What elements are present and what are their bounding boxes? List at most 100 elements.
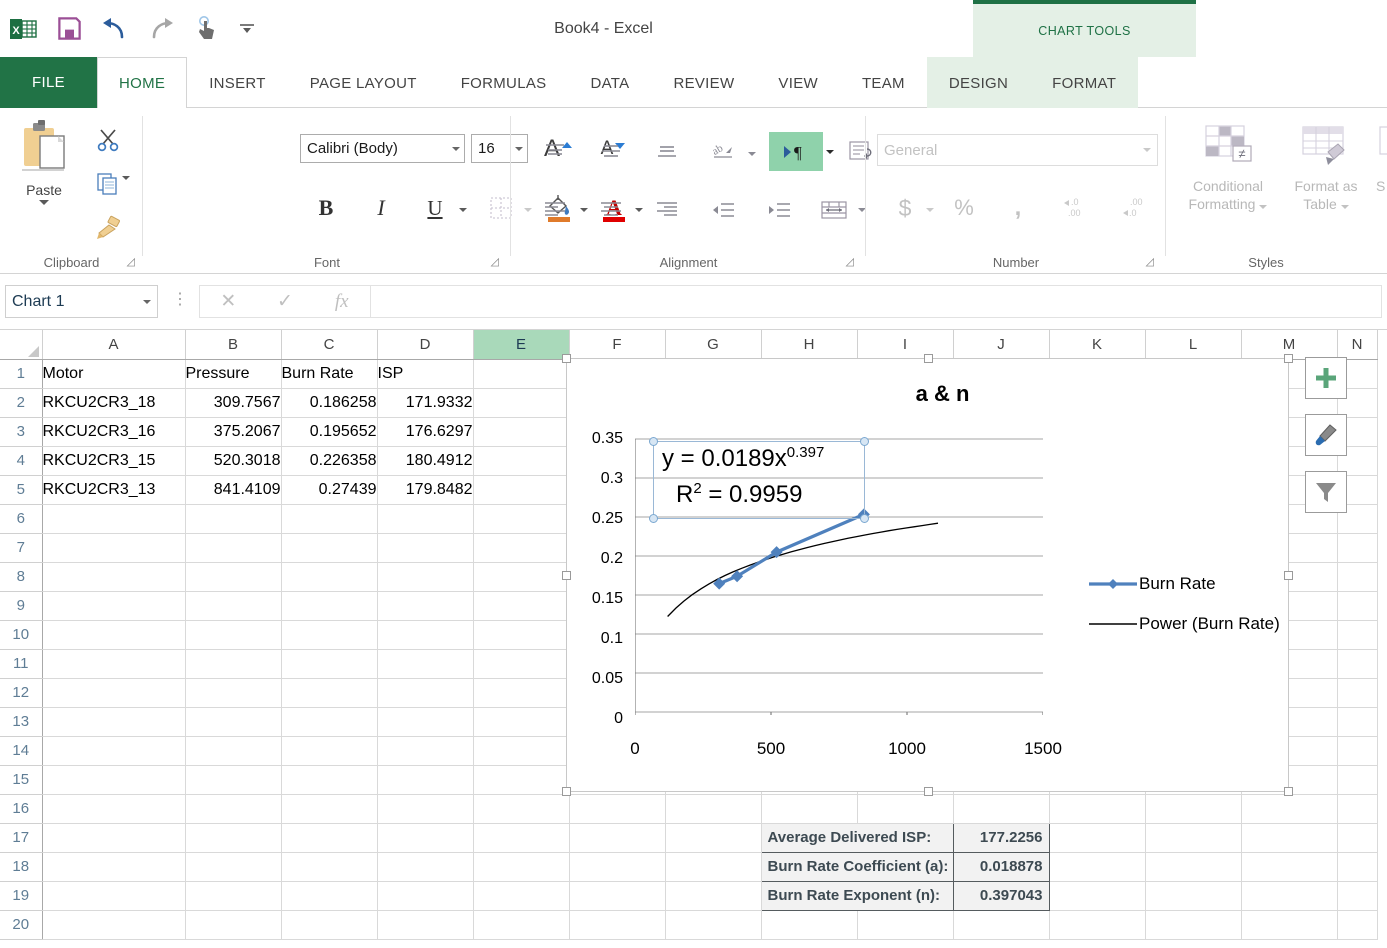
summary-label-avg-isp[interactable]: Average Delivered ISP:	[761, 823, 953, 852]
align-right-button[interactable]	[645, 192, 689, 228]
row-header-7[interactable]: 7	[0, 533, 42, 562]
cell-d20[interactable]	[377, 910, 473, 939]
row-header-4[interactable]: 4	[0, 446, 42, 475]
cell-j16[interactable]	[953, 794, 1049, 823]
cell-g18[interactable]	[665, 852, 761, 881]
cell-l18[interactable]	[1145, 852, 1241, 881]
cell-f16[interactable]	[569, 794, 665, 823]
cell-e14[interactable]	[473, 736, 569, 765]
cell-a7[interactable]	[42, 533, 185, 562]
tab-design[interactable]: DESIGN	[927, 57, 1030, 108]
cell-a19[interactable]	[42, 881, 185, 910]
cell-n9[interactable]	[1337, 591, 1377, 620]
chart-handle-bottom-center[interactable]	[924, 787, 933, 796]
row-header-16[interactable]: 16	[0, 794, 42, 823]
cell-n18[interactable]	[1337, 852, 1377, 881]
name-box-dropdown-arrow[interactable]	[143, 300, 151, 304]
copy-dropdown-arrow[interactable]	[122, 176, 130, 180]
chart-handle-top-right[interactable]	[1284, 354, 1293, 363]
cell-k16[interactable]	[1049, 794, 1145, 823]
row-header-3[interactable]: 3	[0, 417, 42, 446]
cell-e19[interactable]	[473, 881, 569, 910]
cell-l20[interactable]	[1145, 910, 1241, 939]
cell-d5[interactable]: 179.8482	[377, 475, 473, 504]
cell-d19[interactable]	[377, 881, 473, 910]
cell-b12[interactable]	[185, 678, 281, 707]
label-handle-bottom-left[interactable]	[649, 514, 658, 523]
cell-b4[interactable]: 520.3018	[185, 446, 281, 475]
chart-object[interactable]: a & n 0.35 0.3 0.25 0.2 0.15 0.1 0.05 0	[566, 358, 1289, 792]
tab-formulas[interactable]: FORMULAS	[439, 57, 569, 108]
chart-elements-button[interactable]	[1305, 357, 1347, 399]
cell-c11[interactable]	[281, 649, 377, 678]
legend-entry-burn-rate[interactable]: Burn Rate	[1087, 564, 1287, 604]
summary-value-burn-rate-coefficient[interactable]: 0.018878	[953, 852, 1049, 881]
cell-b17[interactable]	[185, 823, 281, 852]
cell-m18[interactable]	[1241, 852, 1337, 881]
accounting-dropdown-arrow[interactable]	[923, 203, 937, 217]
orientation-dropdown-arrow[interactable]	[745, 147, 759, 161]
cell-n17[interactable]	[1337, 823, 1377, 852]
cell-a14[interactable]	[42, 736, 185, 765]
orientation-button[interactable]: ab	[703, 134, 743, 168]
chart-handle-middle-right[interactable]	[1284, 571, 1293, 580]
cell-b10[interactable]	[185, 620, 281, 649]
cell-k18[interactable]	[1049, 852, 1145, 881]
cell-b19[interactable]	[185, 881, 281, 910]
cell-e10[interactable]	[473, 620, 569, 649]
increase-decimal-button[interactable]: .0 .00	[1056, 190, 1100, 226]
cell-n16[interactable]	[1337, 794, 1377, 823]
text-direction-dropdown-arrow[interactable]	[823, 145, 837, 159]
cell-n13[interactable]	[1337, 707, 1377, 736]
align-middle-button[interactable]	[589, 134, 633, 168]
summary-label-burn-rate-exponent[interactable]: Burn Rate Exponent (n):	[761, 881, 953, 910]
cell-m17[interactable]	[1241, 823, 1337, 852]
cell-e1[interactable]	[473, 359, 569, 388]
cell-b16[interactable]	[185, 794, 281, 823]
cell-c10[interactable]	[281, 620, 377, 649]
cell-h20[interactable]	[761, 910, 857, 939]
enter-formula-button[interactable]: ✓	[257, 290, 314, 313]
cell-n12[interactable]	[1337, 678, 1377, 707]
cell-c1[interactable]: Burn Rate	[281, 359, 377, 388]
column-header-g[interactable]: G	[665, 330, 761, 359]
tab-insert[interactable]: INSERT	[187, 57, 288, 108]
cell-b3[interactable]: 375.2067	[185, 417, 281, 446]
comma-style-button[interactable]: ,	[1000, 190, 1036, 226]
chart-handle-bottom-right[interactable]	[1284, 787, 1293, 796]
cell-h16[interactable]	[761, 794, 857, 823]
align-top-button[interactable]	[533, 134, 577, 168]
align-bottom-button[interactable]	[645, 134, 689, 168]
tab-file[interactable]: FILE	[0, 57, 97, 108]
cell-d7[interactable]	[377, 533, 473, 562]
cell-k19[interactable]	[1049, 881, 1145, 910]
cell-g20[interactable]	[665, 910, 761, 939]
cell-a11[interactable]	[42, 649, 185, 678]
cell-n7[interactable]	[1337, 533, 1377, 562]
row-header-19[interactable]: 19	[0, 881, 42, 910]
copy-icon[interactable]	[90, 166, 126, 202]
cell-e7[interactable]	[473, 533, 569, 562]
align-center-button[interactable]	[589, 192, 633, 228]
cell-g16[interactable]	[665, 794, 761, 823]
row-header-15[interactable]: 15	[0, 765, 42, 794]
cell-b18[interactable]	[185, 852, 281, 881]
underline-button[interactable]: U	[417, 190, 453, 226]
row-header-10[interactable]: 10	[0, 620, 42, 649]
row-header-14[interactable]: 14	[0, 736, 42, 765]
formula-input[interactable]	[371, 285, 1382, 318]
paste-dropdown-arrow[interactable]	[39, 200, 49, 205]
cell-c9[interactable]	[281, 591, 377, 620]
cell-b6[interactable]	[185, 504, 281, 533]
cell-b20[interactable]	[185, 910, 281, 939]
cell-n15[interactable]	[1337, 765, 1377, 794]
cell-c17[interactable]	[281, 823, 377, 852]
cell-a20[interactable]	[42, 910, 185, 939]
cell-a3[interactable]: RKCU2CR3_16	[42, 417, 185, 446]
cell-a4[interactable]: RKCU2CR3_15	[42, 446, 185, 475]
summary-value-burn-rate-exponent[interactable]: 0.397043	[953, 881, 1049, 910]
label-handle-top-left[interactable]	[649, 437, 658, 446]
paste-button[interactable]: Paste	[12, 118, 76, 244]
cell-m16[interactable]	[1241, 794, 1337, 823]
cell-e16[interactable]	[473, 794, 569, 823]
